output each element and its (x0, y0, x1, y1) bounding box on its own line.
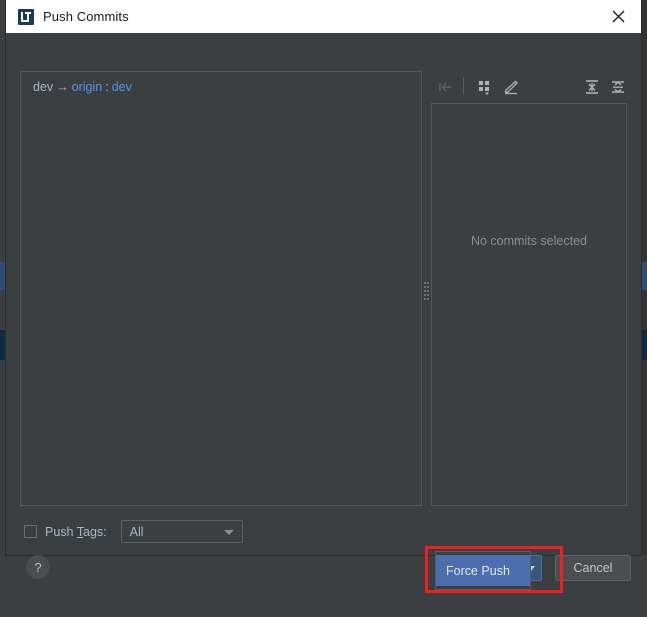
background-editor-chip-3 (641, 262, 647, 290)
background-right-gutter (641, 0, 647, 617)
panel-splitter[interactable] (422, 71, 431, 506)
close-icon[interactable] (595, 0, 641, 33)
push-tags-checkbox[interactable] (24, 525, 37, 538)
branch-arrow-icon: → (56, 80, 69, 94)
collapse-arrow-icon[interactable] (435, 76, 457, 98)
cancel-button-label: Cancel (573, 561, 613, 575)
collapse-all-icon[interactable] (607, 76, 629, 98)
background-lower-area (0, 555, 647, 617)
remote-branch-label[interactable]: dev (112, 80, 132, 94)
push-tags-selected-value: All (129, 524, 144, 539)
push-tags-label[interactable]: Push Tags: (45, 525, 107, 539)
no-commits-selected-message: No commits selected (470, 234, 587, 248)
edit-pencil-icon[interactable] (500, 76, 522, 98)
force-push-label: Force Push (446, 563, 510, 578)
intellij-idea-icon (18, 8, 34, 25)
chevron-down-icon (223, 530, 234, 535)
push-tags-label-suffix: ags: (83, 524, 107, 539)
dialog-titlebar: Push Commits (6, 0, 641, 33)
detail-panel-toolbar (431, 73, 627, 101)
background-editor-chip-4 (641, 330, 647, 360)
branch-push-spec-row[interactable]: dev → origin: dev (21, 72, 421, 94)
push-commits-dialog: Push Commits dev → origin: dev No commit… (6, 0, 641, 581)
local-branch-label: dev (33, 80, 54, 94)
push-tags-select[interactable]: All (120, 520, 243, 543)
help-glyph: ? (34, 559, 42, 575)
help-icon[interactable]: ? (26, 555, 50, 579)
menu-item-force-push[interactable]: Force Push (436, 555, 530, 586)
toolbar-separator (463, 77, 464, 95)
splitter-grip-icon[interactable] (424, 278, 429, 304)
push-dropdown-menu: Force Push (435, 551, 531, 590)
show-details-icon[interactable] (474, 76, 496, 98)
push-tags-row: Push Tags: All (24, 520, 243, 543)
remote-name-label[interactable]: origin (72, 80, 103, 94)
commits-list-panel[interactable]: dev → origin: dev (20, 71, 422, 506)
expand-all-icon[interactable] (581, 76, 603, 98)
push-tags-label-prefix: Push (45, 524, 77, 539)
cancel-button[interactable]: Cancel (555, 555, 631, 581)
commit-detail-panel: No commits selected (431, 103, 627, 506)
branch-colon: : (105, 80, 109, 94)
dialog-body: dev → origin: dev No commits selected Pu… (6, 33, 641, 581)
dialog-title: Push Commits (43, 9, 129, 24)
